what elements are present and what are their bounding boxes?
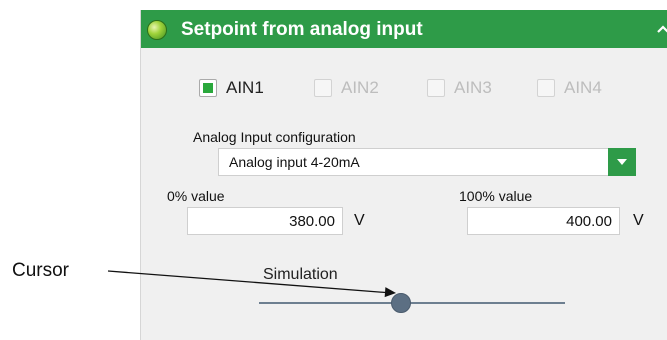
zero-value-unit: V xyxy=(354,212,365,229)
full-value-unit: V xyxy=(633,212,644,229)
zero-value-label: 0% value xyxy=(167,188,225,204)
ain1-label: AIN1 xyxy=(226,78,264,97)
ain1-checkbox[interactable] xyxy=(199,79,217,97)
full-value-number: 400.00 xyxy=(566,213,612,230)
simulation-slider-thumb[interactable] xyxy=(391,293,411,313)
ain2-checkbox-group[interactable]: AIN2 xyxy=(314,76,379,100)
ain3-label: AIN3 xyxy=(454,78,492,97)
panel-title: Setpoint from analog input xyxy=(181,19,423,40)
ain2-checkbox[interactable] xyxy=(314,79,332,97)
zero-value-number: 380.00 xyxy=(289,213,335,230)
ain3-checkbox-group[interactable]: AIN3 xyxy=(427,76,492,100)
chevron-up-icon[interactable] xyxy=(656,22,667,36)
green-ball-icon xyxy=(147,20,167,40)
analog-config-value: Analog input 4-20mA xyxy=(229,154,360,170)
ain4-label: AIN4 xyxy=(564,78,602,97)
ain4-checkbox-group[interactable]: AIN4 xyxy=(537,76,602,100)
full-value-field[interactable]: 400.00 xyxy=(467,207,620,235)
simulation-label: Simulation xyxy=(263,266,338,283)
ain1-checkbox-group[interactable]: AIN1 xyxy=(199,76,264,100)
caret-down-icon xyxy=(617,159,627,165)
setpoint-panel: Setpoint from analog input AIN1 AIN2 AIN… xyxy=(140,10,667,340)
simulation-slider-track[interactable] xyxy=(259,302,565,304)
ain3-checkbox[interactable] xyxy=(427,79,445,97)
zero-value-field[interactable]: 380.00 xyxy=(187,207,343,235)
ain4-checkbox[interactable] xyxy=(537,79,555,97)
cursor-callout-label: Cursor xyxy=(12,260,70,281)
full-value-label: 100% value xyxy=(459,188,533,204)
dropdown-button[interactable] xyxy=(608,148,636,176)
panel-header[interactable]: Setpoint from analog input xyxy=(141,10,667,48)
ain2-label: AIN2 xyxy=(341,78,379,97)
analog-config-select[interactable]: Analog input 4-20mA xyxy=(218,148,636,176)
analog-config-label: Analog Input configuration xyxy=(193,129,356,145)
